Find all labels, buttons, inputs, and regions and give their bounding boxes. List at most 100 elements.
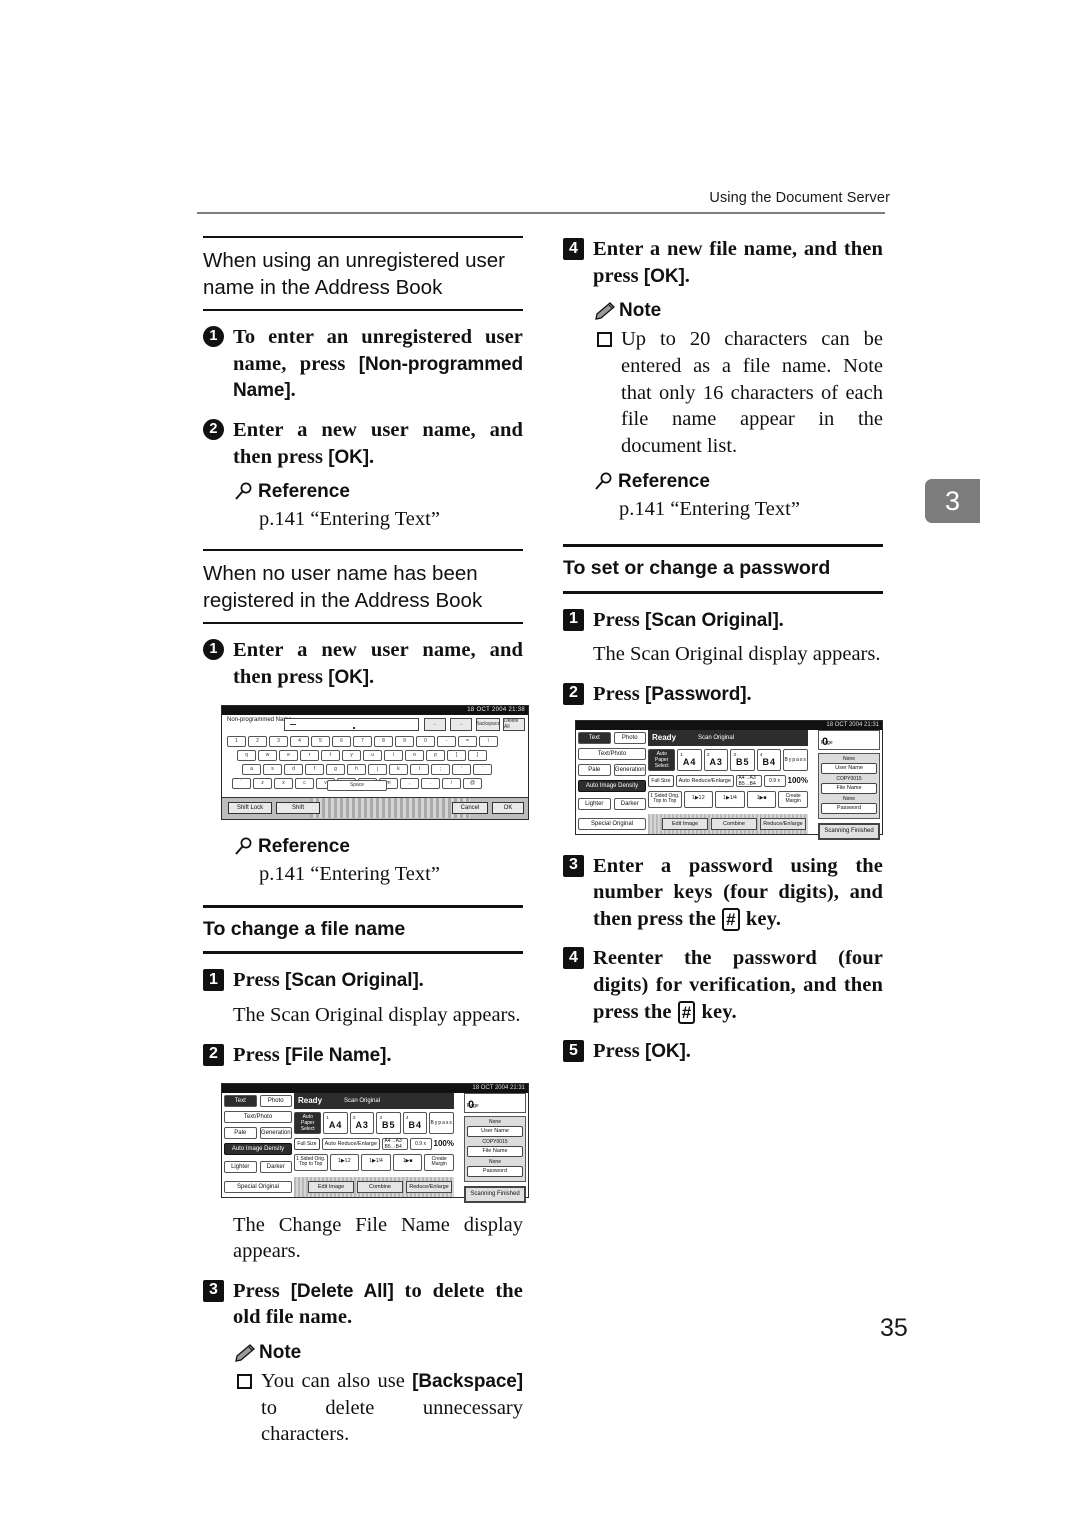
password-button[interactable]: Password — [821, 802, 877, 814]
key[interactable]: f — [305, 763, 324, 775]
password-button[interactable]: Password — [467, 1165, 523, 1177]
cancel-button[interactable]: Cancel — [452, 801, 488, 814]
key[interactable]: i — [384, 749, 403, 761]
key[interactable]: c — [295, 777, 314, 789]
key[interactable]: @ — [463, 777, 482, 789]
user-name-button[interactable]: User Name — [467, 1125, 523, 1137]
key[interactable]: 1 — [227, 735, 246, 747]
paper-tray-3[interactable]: 3 B5 — [730, 748, 755, 771]
paper-tray-1[interactable]: 1 A4 — [323, 1111, 348, 1134]
auto-paper-select-button[interactable]: Auto Paper Select — [294, 1111, 322, 1134]
auto-image-density-button[interactable]: Auto Image Density — [224, 1142, 292, 1155]
duplex-option-2[interactable]: 1▶1/4 — [361, 1153, 391, 1171]
backspace-button[interactable]: Backspace — [476, 717, 500, 731]
key[interactable]: l — [410, 763, 429, 775]
photo-button[interactable]: Photo — [613, 731, 646, 744]
create-margin-button[interactable]: Create Margin — [424, 1153, 454, 1171]
original-orientation-button[interactable]: 1 Sided Orig. Top to Top — [648, 790, 682, 808]
delete-all-button[interactable]: Delete All — [503, 717, 525, 731]
duplex-option-2[interactable]: 1▶1/4 — [715, 790, 745, 808]
key[interactable]: z — [253, 777, 272, 789]
file-name-button[interactable]: File Name — [467, 1145, 523, 1157]
text-entry-field[interactable] — [284, 717, 419, 731]
darker-button[interactable]: Darker — [613, 797, 646, 810]
combine-tab[interactable]: Combine — [357, 1180, 403, 1193]
pale-button[interactable]: Pale — [578, 763, 611, 776]
duplex-option-1[interactable]: 1▶1 2 — [329, 1153, 360, 1171]
key[interactable]: x — [274, 777, 293, 789]
photo-button[interactable]: Photo — [259, 1094, 292, 1107]
paper-tray-1[interactable]: 1 A4 — [677, 748, 702, 771]
key[interactable]: = — [458, 735, 477, 747]
key[interactable]: - — [437, 735, 456, 747]
key[interactable]: j — [368, 763, 387, 775]
auto-reduce-enlarge-button[interactable]: Auto Reduce/Enlarge — [322, 1137, 380, 1150]
key[interactable]: 9 — [395, 735, 414, 747]
key[interactable]: u — [363, 749, 382, 761]
left-arrow-button[interactable]: ← — [424, 717, 446, 731]
pale-button[interactable]: Pale — [224, 1126, 257, 1139]
key[interactable]: a — [242, 763, 261, 775]
key[interactable]: 7 — [353, 735, 372, 747]
key[interactable]: p — [426, 749, 445, 761]
key[interactable]: . — [421, 777, 440, 789]
key[interactable]: ` — [232, 777, 251, 789]
key[interactable]: 2 — [248, 735, 267, 747]
key[interactable]: ; — [431, 763, 450, 775]
key[interactable]: e — [279, 749, 298, 761]
key[interactable]: 8 — [374, 735, 393, 747]
edit-image-tab[interactable]: Edit Image — [308, 1180, 354, 1193]
key[interactable]: \ — [479, 735, 498, 747]
ratio-preset-button[interactable]: A4→A3 B5→B4 — [735, 774, 762, 787]
key[interactable]: 0 — [416, 735, 435, 747]
duplex-option-3[interactable]: 1▶■ — [746, 790, 777, 808]
full-size-button[interactable]: Full Size — [648, 774, 674, 787]
bypass-tray-button[interactable]: Bypass — [429, 1111, 454, 1134]
scanning-finished-button[interactable]: Scanning Finished — [818, 822, 880, 840]
key[interactable]: h — [347, 763, 366, 775]
key[interactable]: 4 — [290, 735, 309, 747]
paper-tray-3[interactable]: 3 B5 — [376, 1111, 401, 1134]
ratio-preset-button[interactable]: A4→A3 B5→B4 — [381, 1137, 408, 1150]
darker-button[interactable]: Darker — [259, 1160, 292, 1173]
auto-image-density-button[interactable]: Auto Image Density — [578, 779, 646, 792]
key[interactable]: t — [321, 749, 340, 761]
shift-button[interactable]: Shift — [276, 801, 320, 814]
file-name-button[interactable]: File Name — [821, 782, 877, 794]
special-original-button[interactable]: Special Original — [578, 817, 646, 830]
right-arrow-button[interactable]: → — [450, 717, 472, 731]
key[interactable]: s — [263, 763, 282, 775]
reduce-enlarge-tab[interactable]: Reduce/Enlarge — [406, 1180, 452, 1193]
special-original-button[interactable]: Special Original — [224, 1180, 292, 1193]
bypass-tray-button[interactable]: Bypass — [783, 748, 808, 771]
key[interactable]: y — [342, 749, 361, 761]
space-key[interactable]: Space — [327, 779, 387, 791]
duplex-option-3[interactable]: 1▶■ — [392, 1153, 423, 1171]
key[interactable]: o — [405, 749, 424, 761]
key[interactable]: ' — [452, 763, 471, 775]
full-size-button[interactable]: Full Size — [294, 1137, 320, 1150]
create-margin-button[interactable]: Create Margin — [778, 790, 808, 808]
key[interactable]: ] — [468, 749, 487, 761]
key[interactable]: 5 — [311, 735, 330, 747]
scanning-finished-button[interactable]: Scanning Finished — [464, 1185, 526, 1203]
key[interactable]: , — [400, 777, 419, 789]
paper-tray-2[interactable]: 2 A3 — [703, 748, 729, 771]
ratio-small-button[interactable]: 0.9 x — [409, 1137, 432, 1150]
key[interactable]: d — [284, 763, 303, 775]
paper-tray-4[interactable]: 4 B4 — [402, 1111, 428, 1134]
key[interactable]: k — [389, 763, 408, 775]
paper-tray-2[interactable]: 2 A3 — [349, 1111, 375, 1134]
key[interactable]: r — [300, 749, 319, 761]
text-button[interactable]: Text — [224, 1094, 257, 1107]
paper-tray-4[interactable]: 4 B4 — [756, 748, 782, 771]
text-photo-button[interactable]: Text/Photo — [224, 1110, 292, 1123]
key[interactable]: w — [258, 749, 277, 761]
lighter-button[interactable]: Lighter — [224, 1160, 257, 1173]
key[interactable]: q — [237, 749, 256, 761]
key[interactable]: ` — [473, 763, 492, 775]
auto-reduce-enlarge-button[interactable]: Auto Reduce/Enlarge — [676, 774, 734, 787]
ok-button[interactable]: OK — [492, 801, 524, 814]
shift-lock-button[interactable]: Shift Lock — [228, 801, 272, 814]
key[interactable]: 3 — [269, 735, 288, 747]
